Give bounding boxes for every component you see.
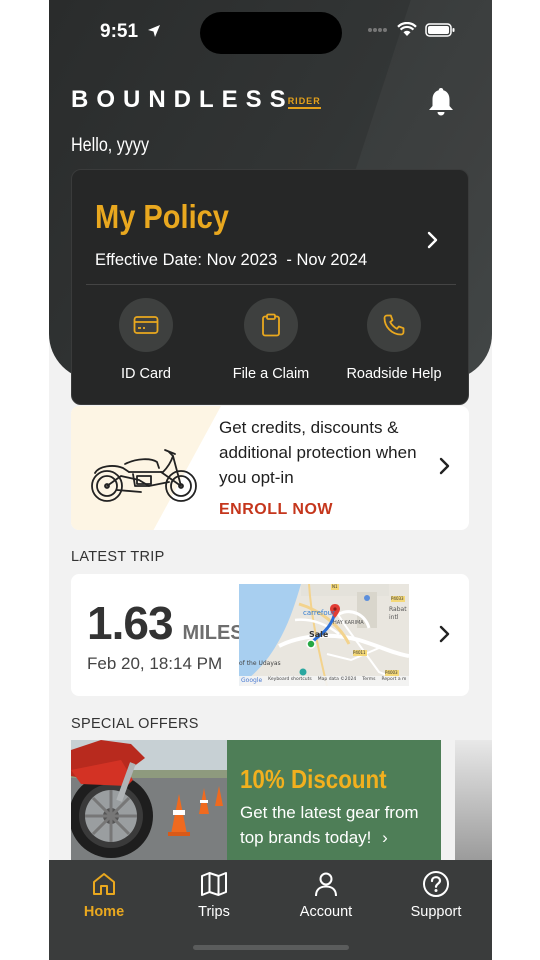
trip-details-button[interactable] [438,624,452,648]
map-google-logo: Google [241,677,263,684]
offer-motorcycle-photo [71,740,227,862]
app-screen: 9:51 BOUNDLESS RIDER Hello, yyyy My Poli… [49,0,492,960]
id-card-label: ID Card [121,366,171,382]
enroll-description: Get credits, discounts & additional prot… [219,418,417,487]
special-offers-carousel[interactable]: 10% Discount Get the latest gear from to… [71,740,492,862]
map-attribution: Google Keyboard shortcuts Map data ©2024… [241,677,406,684]
latest-trip-card[interactable]: 1.63 MILES Feb 20, 18:14 PM carrefour HA… [71,574,469,696]
enroll-banner[interactable]: Get credits, discounts & additional prot… [71,406,469,530]
offer-discount-card[interactable]: 10% Discount Get the latest gear from to… [227,740,441,862]
policy-title: My Policy [95,198,229,235]
offer-title: 10% Discount [240,764,387,794]
offer-description-text: Get the latest gear from top brands toda… [240,803,419,847]
policy-card: My Policy Effective Date: Nov 2023 - Nov… [71,169,469,405]
trip-map[interactable]: carrefour HAY KARIMA Sale Rabat intl of … [239,584,409,686]
effective-date-label: Effective Date: [95,251,203,269]
effective-date-range: Nov 2023 - Nov 2024 [206,251,368,269]
map-terms-link[interactable]: Terms [362,677,375,684]
offer-next-card-peek[interactable] [455,740,492,862]
tab-home-label: Home [83,904,125,920]
user-icon [315,872,337,897]
trip-miles-unit: MILES [182,622,244,644]
tab-home[interactable]: Home [59,870,149,920]
roadside-help-icon-circle [367,298,421,352]
file-claim-icon-circle [244,298,298,352]
brand-logo-sub: RIDER [287,96,321,109]
special-offers-heading: SPECIAL OFFERS [71,716,199,732]
home-icon [93,873,115,895]
map-keyboard-shortcuts[interactable]: Keyboard shortcuts [268,677,312,684]
map-label-n1: N1 [332,584,338,589]
map-icon [201,872,227,896]
id-card-button[interactable]: ID Card [86,298,206,382]
file-claim-button[interactable]: File a Claim [211,298,331,382]
id-card-icon-circle [119,298,173,352]
status-time: 9:51 [100,21,161,43]
tab-trips-icon-wrap [169,870,259,898]
map-label-p4011: P4011 [353,650,366,655]
brand-logo: BOUNDLESS RIDER [71,86,321,114]
file-claim-label: File a Claim [232,366,310,382]
dynamic-island [200,12,342,54]
phone-icon [383,314,405,336]
trip-miles-value: 1.63 [87,597,174,649]
map-label-carrefour: carrefour [303,609,335,617]
notifications-button[interactable] [427,86,455,120]
map-label-p4003: P4003 [385,670,398,675]
greeting-text: Hello, yyyy [71,135,150,156]
tab-trips-label: Trips [198,904,230,920]
tab-support[interactable]: Support [391,870,481,920]
offer-arrow: › [382,828,388,847]
roadside-help-button[interactable]: Roadside Help [334,298,454,382]
motorcycle-illustration [91,449,197,502]
map-label-rabat: Rabat intl [389,606,407,621]
latest-trip-heading: LATEST TRIP [71,549,165,565]
roadside-help-label: Roadside Help [346,366,442,382]
tab-support-label: Support [410,904,462,920]
tab-account-icon-wrap [281,870,371,898]
status-icons [367,22,455,37]
map-label-udayas: of the Udayas [239,660,281,667]
status-bar: 9:51 [49,0,492,64]
map-label-sale: Sale [309,630,329,639]
tab-account[interactable]: Account [281,870,371,920]
id-card-icon [133,316,159,334]
tab-home-icon-wrap [59,870,149,898]
offer-description: Get the latest gear from top brands toda… [240,800,440,850]
motorcycle-cones-photo [71,740,227,862]
tab-account-label: Account [299,904,353,920]
policy-divider [86,284,456,285]
battery-icon [425,22,455,37]
bell-icon [429,88,453,116]
tab-support-icon-wrap [391,870,481,898]
policy-effective-dates: Effective Date: Nov 2023 - Nov 2024 [95,251,367,270]
enroll-chevron[interactable] [438,456,452,480]
map-label-hay-karima: HAY KARIMA [333,620,364,626]
trip-date: Feb 20, 18:14 PM [87,654,223,673]
status-time-text: 9:51 [100,21,139,42]
enroll-now-link[interactable]: ENROLL NOW [219,501,333,519]
brand-logo-main: BOUNDLESS [71,86,294,113]
map-report-link[interactable]: Report a m [381,677,406,684]
policy-details-button[interactable] [426,230,440,254]
map-data-credit: Map data ©2024 [317,677,357,682]
clipboard-icon [262,313,280,337]
home-indicator [193,945,349,950]
wifi-icon [397,22,417,36]
trip-distance: 1.63 MILES [87,596,244,650]
help-icon [423,871,449,897]
chevron-right-icon [439,457,450,475]
location-arrow-icon [148,25,161,37]
chevron-right-icon [427,231,438,249]
tab-trips[interactable]: Trips [169,870,259,920]
map-label-p4033: P4033 [391,596,404,601]
cellular-signal-icon [368,27,387,32]
chevron-right-icon [439,625,450,643]
